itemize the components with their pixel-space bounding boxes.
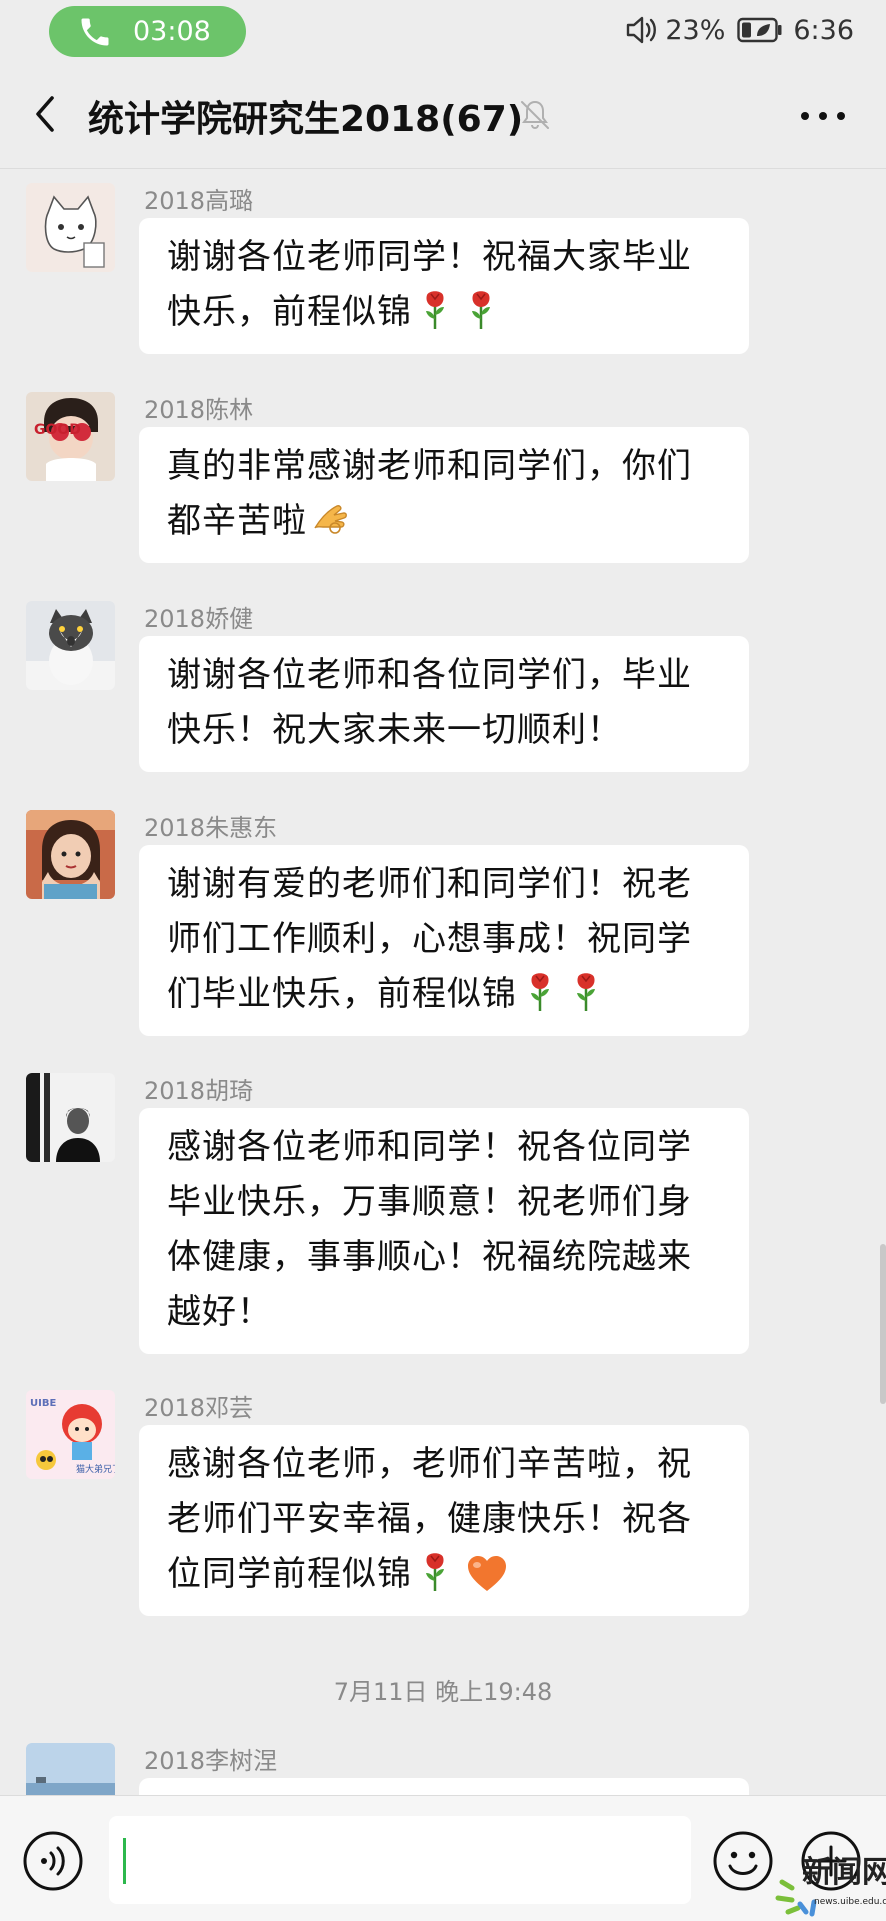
sender-name: 2018朱惠东 <box>144 814 278 842</box>
cat-cartoon-avatar <box>26 183 115 272</box>
chat-header: 统计学院研究生2018(67) <box>0 60 886 169</box>
message-bubble[interactable]: 感谢各位老师和同学！祝各位同学毕业快乐，万事顺意！祝老师们身体健康，事事顺心！祝… <box>139 1108 749 1354</box>
back-arrow-icon[interactable] <box>28 92 64 136</box>
cartoon-girl-avatar: UIBE 猫大弟兄了 <box>26 1390 115 1479</box>
avatar-text: GOOD <box>34 422 81 438</box>
phone-icon <box>81 18 109 45</box>
avatar-text: UIBE <box>30 1398 56 1409</box>
sender-name: 2018娇健 <box>144 605 254 633</box>
emoji-icon[interactable] <box>712 1830 774 1892</box>
battery-percent: 23% <box>665 14 726 46</box>
cat-photo-avatar <box>26 601 115 690</box>
avatar[interactable]: GOOD <box>26 392 115 481</box>
chat-title: 统计学院研究生2018(67) <box>88 99 524 140</box>
message-text: 真的非常感谢老师和同学们，你们都辛苦啦 <box>167 446 692 541</box>
message-bubble[interactable]: 谢谢有爱的老师们和同学们！祝老师们工作顺利，心想事成！祝同学们毕业快乐，前程似锦 <box>139 845 749 1036</box>
message-bubble[interactable]: 真的非常感谢老师和同学们，你们都辛苦啦 <box>139 427 749 563</box>
message-bubble[interactable]: 谢谢各位老师同学！祝福大家毕业快乐，前程似锦 <box>139 218 749 354</box>
message-text: 谢谢各位老师和各位同学们，毕业快乐！祝大家未来一切顺利！ <box>167 655 692 750</box>
avatar[interactable] <box>26 1073 115 1162</box>
clock: 6:36 <box>793 14 854 46</box>
avatar[interactable] <box>26 810 115 899</box>
news-watermark-logo: 新闻网 news.uibe.edu.cn <box>775 1855 886 1917</box>
avatar[interactable] <box>26 183 115 272</box>
more-dots-icon[interactable] <box>800 110 846 122</box>
sender-name: 2018邓芸 <box>144 1394 254 1422</box>
message-text: 感谢各位老师和同学！祝各位同学毕业快乐，万事顺意！祝老师们身体健康，事事顺心！祝… <box>167 1127 692 1332</box>
status-bar: 03:08 23% 6:36 <box>0 0 886 60</box>
text-cursor <box>123 1838 126 1884</box>
rose-emoji-icon <box>531 973 549 1011</box>
rose-emoji-icon <box>577 973 595 1011</box>
avatar[interactable]: UIBE 猫大弟兄了 <box>26 1390 115 1479</box>
sender-name: 2018李树涅 <box>144 1747 278 1775</box>
sender-name: 2018高璐 <box>144 187 254 215</box>
ok-hand-emoji-icon <box>314 505 347 534</box>
voice-input-icon[interactable] <box>22 1830 84 1892</box>
sender-name: 2018胡琦 <box>144 1077 254 1105</box>
mute-bell-icon <box>521 100 549 130</box>
time-divider: 7月11日 晚上19:48 <box>333 1678 553 1706</box>
message-text: 谢谢有爱的老师们和同学们！祝老师们工作顺利，心想事成！祝同学们毕业快乐，前程似锦 <box>167 864 692 1014</box>
message-bubble[interactable]: 谢谢各位老师和各位同学们，毕业快乐！祝大家未来一切顺利！ <box>139 636 749 772</box>
input-bar <box>0 1795 886 1921</box>
rose-emoji-icon <box>426 1553 444 1591</box>
rose-emoji-icon <box>426 291 444 329</box>
heart-emoji-icon <box>468 1556 506 1591</box>
watermark-title: 新闻网 <box>802 1855 886 1890</box>
girl-photo-avatar <box>26 810 115 899</box>
avatar-text: 猫大弟兄了 <box>76 1463 115 1475</box>
watermark-url: news.uibe.edu.cn <box>814 1897 886 1907</box>
avatar[interactable] <box>26 601 115 690</box>
battery-saver-icon <box>737 17 782 43</box>
message-bubble[interactable]: 感谢各位老师，老师们辛苦啦，祝老师们平安幸福，健康快乐！祝各位同学前程似锦 <box>139 1425 749 1616</box>
call-timer: 03:08 <box>133 16 211 47</box>
sender-name: 2018陈林 <box>144 396 254 424</box>
ongoing-call-pill[interactable]: 03:08 <box>49 6 246 57</box>
message-input[interactable] <box>109 1816 691 1904</box>
system-status: 23% 6:36 <box>625 12 854 48</box>
scrollbar-thumb[interactable] <box>880 1244 886 1404</box>
speaker-icon <box>627 16 657 44</box>
child-photo-avatar: GOOD <box>26 392 115 481</box>
rose-emoji-icon <box>472 291 490 329</box>
bw-photo-avatar <box>26 1073 115 1162</box>
